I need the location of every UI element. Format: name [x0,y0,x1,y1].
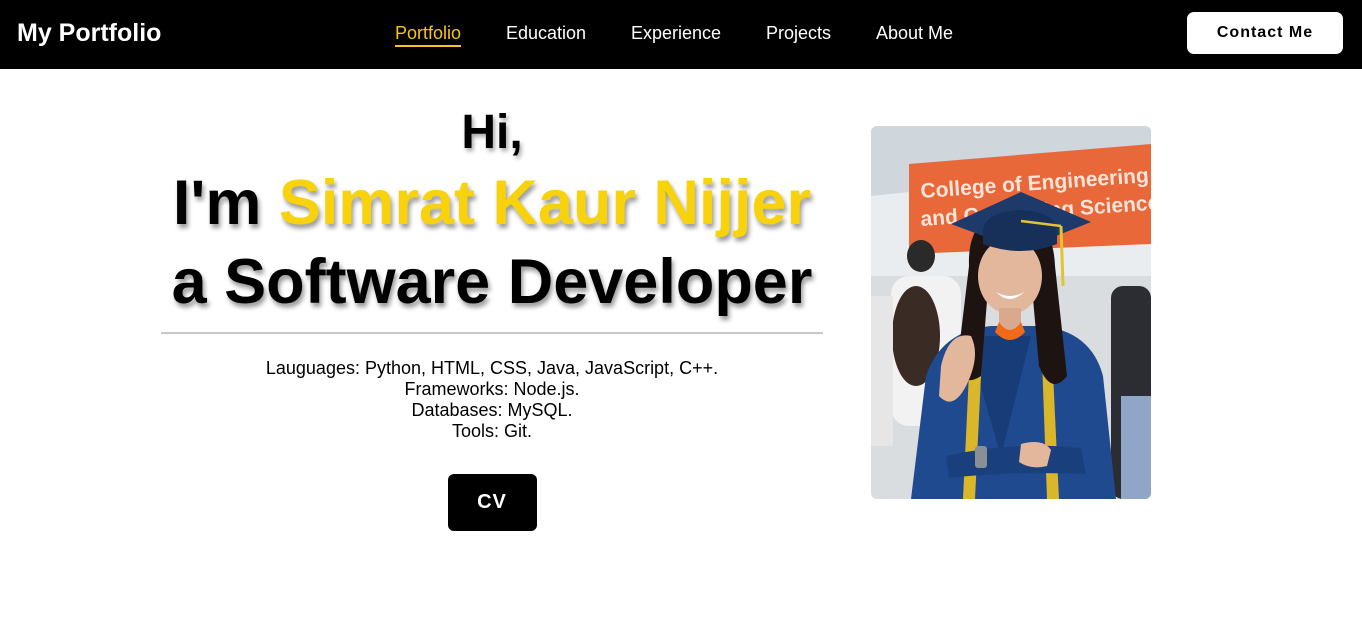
nav-link-about-me[interactable]: About Me [876,22,953,44]
highlighted-name: Simrat Kaur Nijjer [278,168,812,238]
nav-link-label: Experience [631,23,722,43]
greeting-heading: Hi, [461,106,523,159]
skills-tools: Tools: Git. [451,421,533,441]
nav-link-projects[interactable]: Projects [766,22,831,44]
hero-divider [161,332,823,334]
skills-languages: Lauguages: Python, HTML, CSS, Java, Java… [265,358,719,378]
nav-link-education[interactable]: Education [506,22,586,44]
nav-link-label: Portfolio [395,23,462,43]
name-heading: I'm Simrat Kaur Nijjer [161,164,823,242]
nav-link-label: Education [506,23,587,43]
brand-logo-text[interactable]: My Portfolio [17,18,161,48]
nav-link-label: Projects [766,23,832,43]
nav-link-portfolio[interactable]: Portfolio [395,22,462,47]
contact-me-button[interactable]: Contact Me [1187,12,1343,54]
graduation-photo-illustration: College of Engineering and Computing Sci… [871,126,1151,499]
skills-databases: Databases: MySQL. [411,400,573,420]
profile-photo: College of Engineering and Computing Sci… [871,126,1151,499]
skills-frameworks: Frameworks: Node.js. [404,379,580,399]
hero-section: Hi, I'm Simrat Kaur Nijjer a Software De… [161,104,823,531]
name-prefix: I'm [172,168,279,238]
nav-link-experience[interactable]: Experience [631,22,721,44]
top-navbar: My Portfolio Portfolio Education Experie… [0,0,1362,69]
skills-list: Lauguages: Python, HTML, CSS, Java, Java… [161,358,823,442]
role-heading: a Software Developer [171,247,813,317]
nav-link-label: About Me [876,23,954,43]
cv-button[interactable]: CV [447,474,537,531]
